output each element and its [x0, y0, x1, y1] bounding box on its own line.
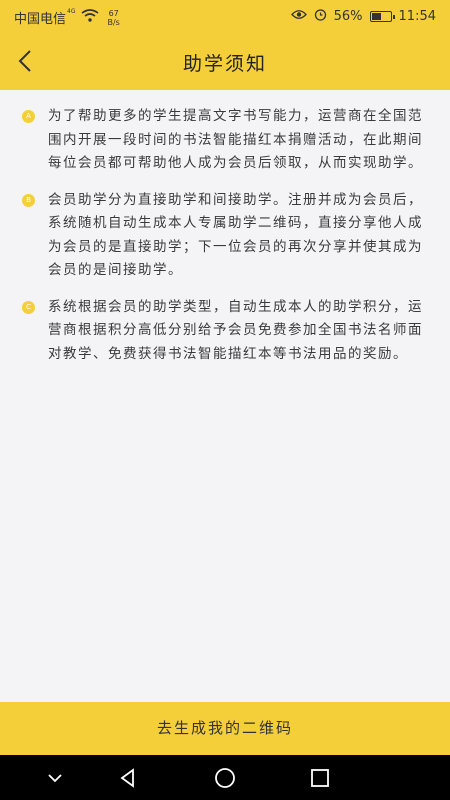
nav-recents-button[interactable]	[305, 763, 335, 793]
notice-item-c: C 系统根据会员的助学类型，自动生成本人的助学积分，运营商根据积分高低分别给予会…	[22, 296, 432, 367]
notice-content: A 为了帮助更多的学生提高文字书写能力，运营商在全国范围内开展一段时间的书法智能…	[0, 90, 450, 366]
back-triangle-icon	[113, 768, 143, 797]
battery-percent: 56%	[333, 9, 363, 24]
page-title: 助学须知	[182, 53, 267, 75]
generate-qr-button[interactable]: 去生成我的二维码	[0, 702, 450, 755]
nav-back-button[interactable]	[113, 763, 143, 793]
net-speed-value: 67	[108, 8, 119, 18]
battery-icon	[369, 11, 395, 22]
notice-item-a: A 为了帮助更多的学生提高文字书写能力，运营商在全国范围内开展一段时间的书法智能…	[22, 105, 432, 176]
notice-text-c: 系统根据会员的助学类型，自动生成本人的助学积分，运营商根据积分高低分别给予会员免…	[48, 298, 423, 362]
network-type-label: 4G	[67, 8, 76, 15]
notice-text-b: 会员助学分为直接助学和间接助学。注册并成为会员后，系统随机自动生成本人专属助学二…	[48, 191, 423, 279]
marker-c-badge: C	[22, 300, 35, 314]
marker-b-badge: B	[22, 193, 35, 207]
recents-square-icon	[305, 769, 335, 797]
chevron-down-icon	[40, 774, 70, 797]
status-bar: 中国电信 4G 67 B/s 56% 11:54	[0, 0, 450, 33]
battery-level-fill	[371, 13, 382, 20]
system-nav-bar	[0, 755, 450, 800]
carrier-label: 中国电信	[14, 12, 67, 27]
clock-time: 11:54	[398, 9, 436, 24]
notice-text-a: 为了帮助更多的学生提高文字书写能力，运营商在全国范围内开展一段时间的书法智能描红…	[48, 108, 423, 171]
header-bar: 助学须知	[0, 33, 450, 90]
net-speed-unit: B/s	[107, 17, 120, 27]
eye-icon	[290, 9, 307, 24]
alarm-icon	[314, 8, 327, 25]
nav-home-button[interactable]	[210, 763, 240, 793]
net-speed: 67 B/s	[107, 9, 119, 27]
wifi-icon	[81, 9, 99, 26]
home-circle-icon	[210, 768, 240, 797]
nav-collapse-button[interactable]	[40, 763, 70, 793]
marker-a-badge: A	[22, 110, 35, 123]
notice-item-b: B 会员助学分为直接助学和间接助学。注册并成为会员后，系统随机自动生成本人专属助…	[22, 189, 432, 283]
